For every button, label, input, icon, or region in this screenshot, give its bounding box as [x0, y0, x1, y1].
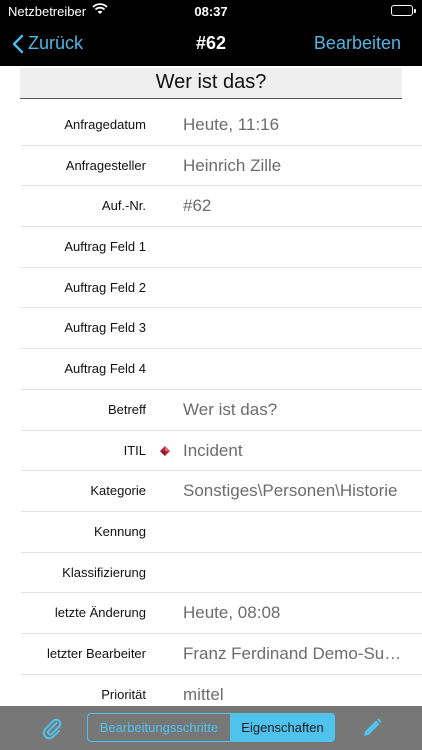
status-bar: Netzbetreiber 08:37: [0, 0, 422, 22]
property-label: letzte Änderung: [54, 605, 146, 621]
property-label: Kennung: [93, 523, 146, 539]
ticket-details[interactable]: Wer ist das? Anfragedatum Heute, 11:16 Anf…: [0, 66, 422, 706]
property-row[interactable]: Kennung: [21, 512, 422, 553]
battery-icon: [391, 5, 416, 16]
paperclip-icon[interactable]: [40, 716, 64, 740]
navigation-bar: Zurück #62 Bearbeiten: [0, 22, 422, 66]
edit-button[interactable]: Bearbeiten: [314, 33, 401, 54]
property-value: Heute, 11:16: [183, 115, 280, 134]
segment-eigenschaften[interactable]: Eigenschaften: [231, 714, 334, 741]
property-row[interactable]: letzter Bearbeiter Franz Ferdinand Demo-S…: [21, 634, 422, 675]
property-value: Incident: [183, 440, 243, 460]
property-row[interactable]: Kategorie Sonstiges\Personen\Historie: [21, 471, 422, 512]
back-button[interactable]: Zurück: [12, 33, 83, 54]
pencil-icon[interactable]: [360, 716, 384, 740]
property-row[interactable]: letzte Änderung Heute, 08:08: [21, 593, 422, 634]
property-label: Anfragesteller: [65, 157, 146, 173]
property-label: ITIL: [123, 442, 146, 458]
ticket-title: Wer ist das?: [20, 68, 402, 99]
property-row[interactable]: Auftrag Feld 1: [21, 227, 422, 268]
property-row[interactable]: Auftrag Feld 3: [21, 308, 422, 350]
property-row[interactable]: Klassifizierung: [21, 553, 422, 594]
property-row[interactable]: Betreff Wer ist das?: [21, 390, 422, 431]
property-label: Auftrag Feld 4: [64, 361, 146, 377]
property-list: Anfragedatum Heute, 11:16 Anfragesteller He…: [0, 105, 422, 706]
property-value: Heinrich Zille: [183, 155, 282, 175]
property-label: Betreff: [107, 401, 146, 417]
property-value: Heute, 08:08: [183, 603, 281, 623]
property-row[interactable]: ITIL Incident: [21, 431, 422, 472]
property-label: Klassifizierung: [62, 564, 146, 580]
property-row[interactable]: Auf.-Nr. #62: [21, 186, 422, 228]
segment-bearbeitungsschritte[interactable]: Bearbeitungsschritte: [88, 714, 231, 741]
property-label: Kategorie: [90, 483, 146, 499]
property-row[interactable]: Priorität mittel: [21, 675, 422, 706]
property-label: Priorität: [101, 686, 146, 702]
property-value: mittel: [183, 684, 224, 704]
property-label: Auftrag Feld 1: [64, 239, 146, 255]
view-segmented-control: Bearbeitungsschritte Eigenschaften: [87, 713, 335, 742]
property-row[interactable]: Anfragesteller Heinrich Zille: [21, 146, 422, 187]
property-value: #62: [183, 196, 212, 216]
status-time: 08:37: [194, 4, 228, 19]
back-button-label: Zurück: [28, 33, 84, 53]
property-row[interactable]: Anfragedatum Heute, 11:16: [21, 105, 422, 146]
property-label: letzter Bearbeiter: [47, 645, 146, 661]
property-row[interactable]: Auftrag Feld 2: [21, 268, 422, 309]
property-label: Auf.-Nr.: [101, 198, 146, 214]
property-value: Wer ist das?: [183, 399, 278, 419]
property-label: Anfragedatum: [64, 117, 146, 132]
property-label: Auftrag Feld 3: [64, 320, 146, 336]
bottom-toolbar: Bearbeitungsschritte Eigenschaften: [0, 706, 422, 750]
property-value: Franz Ferdinand Demo-Support: [183, 643, 404, 663]
incident-diamond-icon: [159, 444, 171, 456]
property-value: Sonstiges\Personen\Historie: [183, 481, 398, 501]
property-row[interactable]: Auftrag Feld 4: [21, 349, 422, 390]
property-label: Auftrag Feld 2: [64, 279, 146, 295]
chevron-left-icon: [12, 34, 24, 53]
